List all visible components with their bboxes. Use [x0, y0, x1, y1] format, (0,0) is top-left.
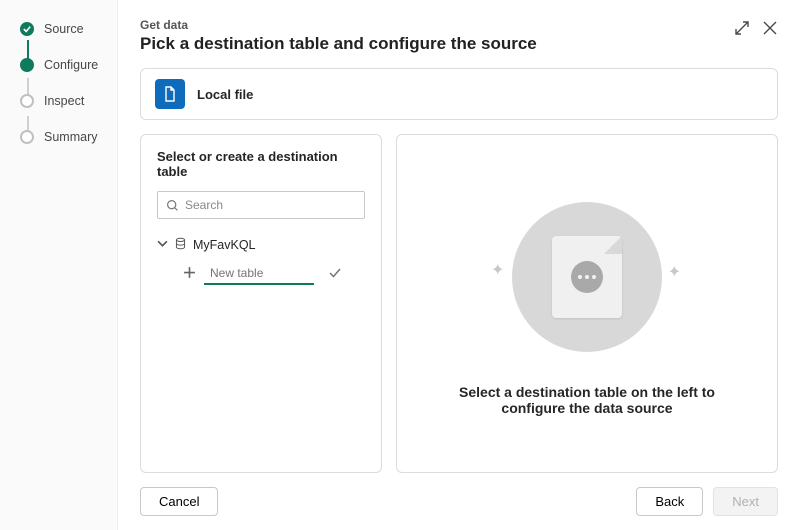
step-summary[interactable]: Summary — [20, 130, 117, 144]
step-configure[interactable]: Configure — [20, 58, 117, 72]
plus-icon[interactable] — [183, 266, 196, 282]
main-content: Get data Pick a destination table and co… — [118, 0, 800, 530]
step-label: Inspect — [44, 94, 84, 108]
chevron-down-icon — [157, 238, 168, 252]
footer-right: Back Next — [636, 487, 778, 516]
step-label: Configure — [44, 58, 98, 72]
destination-panel: Select or create a destination table — [140, 134, 382, 473]
panel-title: Select or create a destination table — [157, 149, 365, 179]
sparkle-icon: ✦ — [491, 260, 504, 280]
panels: Select or create a destination table — [140, 134, 778, 473]
header-eyebrow: Get data — [140, 18, 734, 32]
step-dot-current-icon — [20, 58, 34, 72]
configure-panel: ✦ ✦ Select a destination table on the le… — [396, 134, 778, 473]
file-icon — [155, 79, 185, 109]
tree-database-row[interactable]: MyFavKQL — [157, 235, 365, 255]
new-table-input[interactable] — [204, 263, 314, 285]
step-label: Source — [44, 22, 84, 36]
circle-bg — [512, 202, 662, 352]
step-inspect[interactable]: Inspect — [20, 94, 117, 108]
source-label: Local file — [197, 87, 253, 102]
dialog-footer: Cancel Back Next — [140, 487, 778, 516]
database-icon — [174, 237, 187, 253]
search-input[interactable] — [185, 198, 356, 212]
document-icon — [552, 236, 622, 318]
get-data-dialog: Source Configure Inspect Summary Get dat… — [0, 0, 800, 530]
confirm-icon[interactable] — [322, 266, 342, 283]
search-icon — [166, 199, 179, 212]
sparkle-icon: ✦ — [668, 262, 681, 282]
header-actions — [734, 20, 778, 36]
wizard-steps: Source Configure Inspect Summary — [0, 0, 118, 530]
step-dot-icon — [20, 130, 34, 144]
page-title: Pick a destination table and configure t… — [140, 34, 734, 54]
check-icon — [20, 22, 34, 36]
dialog-header: Get data Pick a destination table and co… — [140, 18, 778, 54]
next-button[interactable]: Next — [713, 487, 778, 516]
expand-icon[interactable] — [734, 20, 750, 36]
step-label: Summary — [44, 130, 97, 144]
step-source[interactable]: Source — [20, 22, 117, 36]
source-chip[interactable]: Local file — [140, 68, 778, 120]
empty-state-graphic: ✦ ✦ — [487, 192, 687, 362]
back-button[interactable]: Back — [636, 487, 703, 516]
new-table-row — [183, 263, 365, 285]
step-dot-icon — [20, 94, 34, 108]
search-input-wrapper[interactable] — [157, 191, 365, 219]
cancel-button[interactable]: Cancel — [140, 487, 218, 516]
ellipsis-icon — [571, 261, 603, 293]
close-icon[interactable] — [762, 20, 778, 36]
database-name: MyFavKQL — [193, 238, 256, 252]
header-text: Get data Pick a destination table and co… — [140, 18, 734, 54]
table-tree: MyFavKQL — [157, 235, 365, 285]
empty-state-text: Select a destination table on the left t… — [413, 384, 761, 416]
